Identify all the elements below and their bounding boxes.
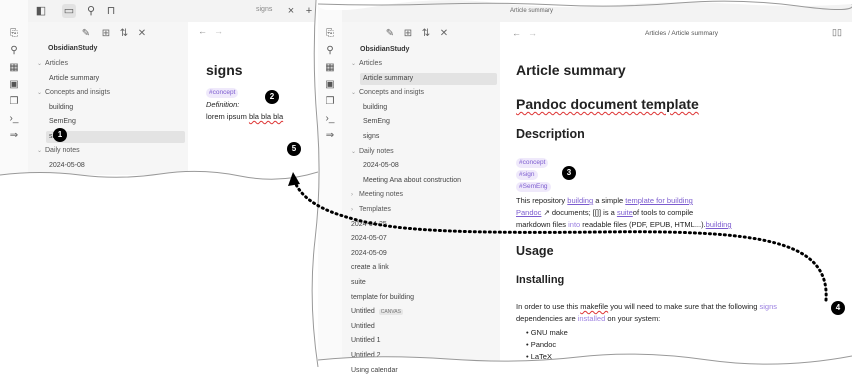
connector-arrow — [288, 172, 828, 302]
tree-item-label: Using calendar — [351, 366, 398, 374]
arrowhead — [288, 172, 300, 186]
